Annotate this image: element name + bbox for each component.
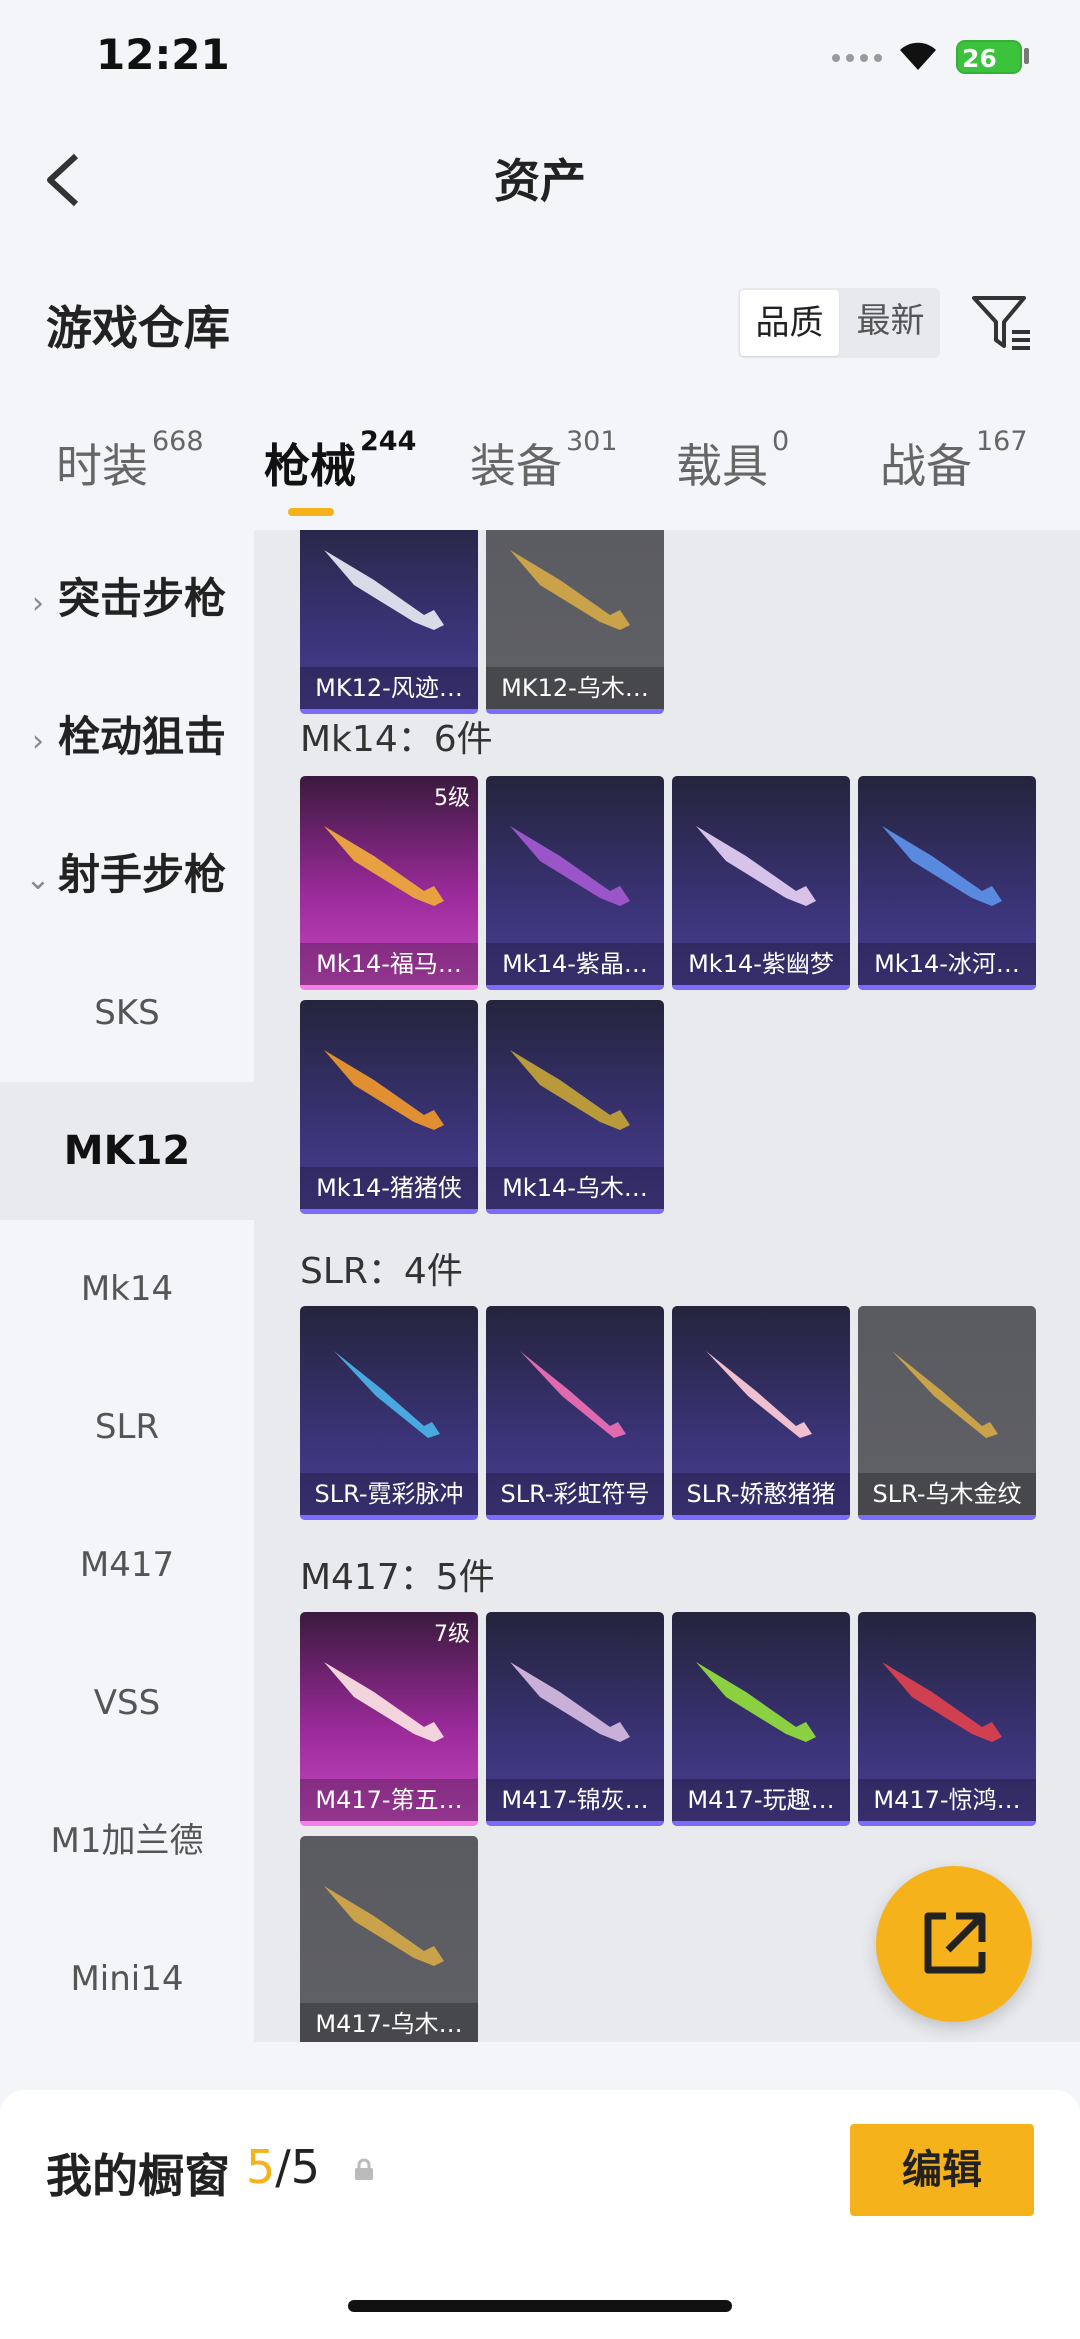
section-title: 游戏仓库 xyxy=(46,301,230,355)
tab-equipment[interactable]: 装备 301 xyxy=(470,426,618,496)
sidebar-item-mk14[interactable]: Mk14 xyxy=(0,1220,254,1358)
skin-grid: MK12-风迹… MK12-乌木… Mk14：6件 5级 Mk14-福马… Mk… xyxy=(254,530,1080,2042)
rifle-icon xyxy=(510,1050,630,1130)
rifle-icon xyxy=(334,1351,440,1438)
sidebar-item-vss[interactable]: VSS xyxy=(0,1634,254,1772)
rifle-icon xyxy=(882,1662,1002,1742)
category-tabs: 时装 668 枪械 244 装备 301 载具 0 战备 167 xyxy=(0,426,1080,530)
skin-name: SLR-霓彩脉冲 xyxy=(300,1473,478,1515)
skin-card[interactable]: 5级 Mk14-福马… xyxy=(300,776,478,990)
skin-card[interactable]: M417-乌木… xyxy=(300,1836,478,2042)
edit-button[interactable]: 编辑 xyxy=(850,2124,1034,2216)
sidebar-item-mk12[interactable]: MK12 xyxy=(0,1082,254,1220)
skin-name: Mk14-乌木… xyxy=(486,1167,664,1209)
skin-card[interactable]: Mk14-猪猪侠 xyxy=(300,1000,478,1214)
share-icon xyxy=(924,1912,986,1974)
battery-indicator: 26 xyxy=(956,40,1022,74)
rifle-icon xyxy=(510,826,630,906)
rifle-icon xyxy=(510,1662,630,1742)
rifle-icon xyxy=(324,1662,444,1742)
filter-icon[interactable] xyxy=(968,290,1034,356)
sidebar-item-slr[interactable]: SLR xyxy=(0,1358,254,1496)
chevron-right-icon: › xyxy=(32,724,44,759)
lock-icon xyxy=(355,2158,373,2180)
skin-card[interactable]: 7级 M417-第五… xyxy=(300,1612,478,1826)
skin-name: M417-第五… xyxy=(300,1779,478,1821)
skin-name: MK12-乌木… xyxy=(486,667,664,709)
skin-card[interactable]: M417-玩趣… xyxy=(672,1612,850,1826)
rifle-icon xyxy=(510,550,630,630)
skin-card[interactable]: SLR-乌木金纹 xyxy=(858,1306,1036,1520)
rifle-icon xyxy=(706,1351,812,1438)
wifi-icon xyxy=(900,42,936,70)
rifle-icon xyxy=(882,826,1002,906)
group-title-mk14: Mk14：6件 xyxy=(300,719,493,760)
skin-name: M417-锦灰… xyxy=(486,1779,664,1821)
skin-card[interactable]: Mk14-紫幽梦 xyxy=(672,776,850,990)
skin-name: Mk14-冰河… xyxy=(858,943,1036,985)
chevron-down-icon: ⌄ xyxy=(25,862,51,897)
rifle-icon xyxy=(324,1886,444,1966)
sidebar-cat-assault[interactable]: › 突击步枪 xyxy=(0,530,254,668)
skin-card[interactable]: SLR-娇憨猪猪 xyxy=(672,1306,850,1520)
home-indicator xyxy=(348,2300,732,2312)
sort-latest[interactable]: 最新 xyxy=(841,288,940,358)
skin-name: M417-惊鸿… xyxy=(858,1779,1036,1821)
rifle-icon xyxy=(696,1662,816,1742)
skin-name: SLR-娇憨猪猪 xyxy=(672,1473,850,1515)
skin-card[interactable]: SLR-霓彩脉冲 xyxy=(300,1306,478,1520)
active-tab-indicator xyxy=(288,508,334,516)
sort-toggle: 品质 最新 xyxy=(738,288,940,358)
skin-card[interactable]: Mk14-乌木… xyxy=(486,1000,664,1214)
tab-fashion[interactable]: 时装 668 xyxy=(56,426,204,496)
skin-name: MK12-风迹… xyxy=(300,667,478,709)
skin-name: M417-乌木… xyxy=(300,2003,478,2042)
skin-card[interactable]: Mk14-紫晶… xyxy=(486,776,664,990)
tab-vehicles[interactable]: 载具 0 xyxy=(676,426,789,496)
share-button[interactable] xyxy=(876,1866,1032,2022)
sidebar-item-sks[interactable]: SKS xyxy=(0,944,254,1082)
chevron-right-icon: › xyxy=(32,586,44,621)
skin-name: SLR-乌木金纹 xyxy=(858,1473,1036,1515)
skin-name: M417-玩趣… xyxy=(672,1779,850,1821)
sidebar-cat-marksman[interactable]: ⌄ 射手步枪 xyxy=(0,806,254,944)
rifle-icon xyxy=(324,550,444,630)
signal-icon xyxy=(832,54,882,66)
showcase-count: 5/5 xyxy=(246,2140,321,2194)
skin-card[interactable]: MK12-乌木… xyxy=(486,530,664,714)
rifle-icon xyxy=(892,1351,998,1438)
battery-tip xyxy=(1024,48,1029,64)
skin-card[interactable]: Mk14-冰河… xyxy=(858,776,1036,990)
page-title: 资产 xyxy=(494,154,586,208)
rifle-icon xyxy=(696,826,816,906)
skin-name: Mk14-猪猪侠 xyxy=(300,1167,478,1209)
sidebar-item-m417[interactable]: M417 xyxy=(0,1496,254,1634)
skin-name: SLR-彩虹符号 xyxy=(486,1473,664,1515)
showcase-label: 我的橱窗 xyxy=(46,2149,230,2203)
skin-card[interactable]: SLR-彩虹符号 xyxy=(486,1306,664,1520)
tab-firearms[interactable]: 枪械 244 xyxy=(264,426,416,496)
sidebar-item-m1[interactable]: M1加兰德 xyxy=(0,1772,254,1910)
sidebar-item-mini14[interactable]: Mini14 xyxy=(0,1910,254,2048)
skin-name: Mk14-福马… xyxy=(300,943,478,985)
skin-name: Mk14-紫幽梦 xyxy=(672,943,850,985)
skin-card[interactable]: M417-锦灰… xyxy=(486,1612,664,1826)
group-title-slr: SLR：4件 xyxy=(300,1251,463,1292)
skin-card[interactable]: MK12-风迹… xyxy=(300,530,478,714)
rifle-icon xyxy=(520,1351,626,1438)
weapon-sidebar: › 突击步枪 › 栓动狙击 ⌄ 射手步枪 SKS MK12 Mk14 SLR M417… xyxy=(0,530,254,2040)
status-time: 12:21 xyxy=(96,30,230,79)
skin-card[interactable]: M417-惊鸿… xyxy=(858,1612,1036,1826)
sidebar-cat-bolt[interactable]: › 栓动狙击 xyxy=(0,668,254,806)
tab-supplies[interactable]: 战备 167 xyxy=(880,426,1028,496)
group-title-m417: M417：5件 xyxy=(300,1557,495,1598)
rifle-icon xyxy=(324,826,444,906)
skin-name: Mk14-紫晶… xyxy=(486,943,664,985)
rifle-icon xyxy=(324,1050,444,1130)
sort-quality[interactable]: 品质 xyxy=(740,290,839,356)
